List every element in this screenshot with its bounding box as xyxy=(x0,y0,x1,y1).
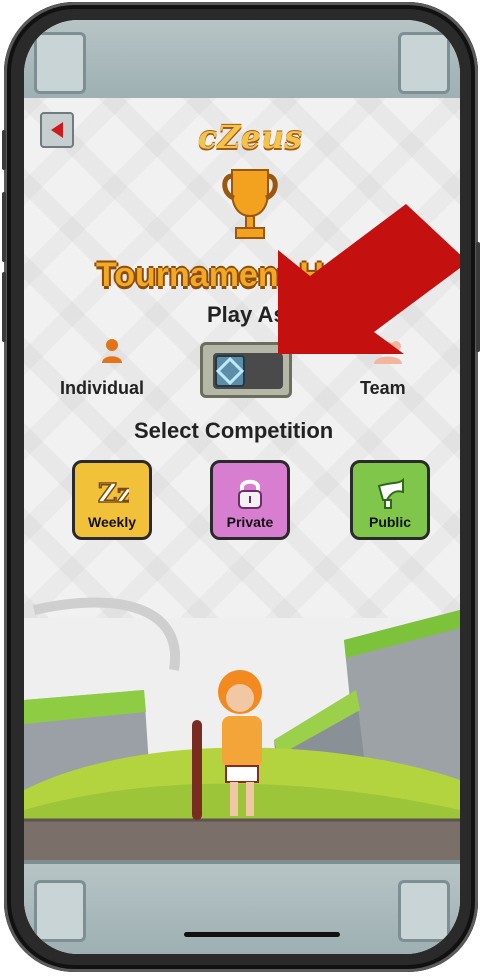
bottom-stone-bar xyxy=(24,860,460,954)
play-as-label: Play As xyxy=(207,302,286,327)
side-button xyxy=(476,242,480,352)
side-button xyxy=(2,272,6,342)
phone-frame: cZeus Tournament Hub Play As Individual xyxy=(2,2,480,972)
horn-icon xyxy=(377,477,404,509)
trophy-icon xyxy=(220,164,280,250)
app-logo: cZeus xyxy=(197,118,303,156)
landscape-illustration xyxy=(24,580,460,880)
select-competition-label: Select Competition xyxy=(134,418,334,443)
toggle-knob-icon xyxy=(215,356,245,386)
public-label: Public xyxy=(368,514,411,530)
weekly-tile-button[interactable]: Zz Weekly xyxy=(72,460,152,540)
private-label: Private xyxy=(226,514,274,530)
person-icon xyxy=(100,338,124,364)
red-arrow-icon xyxy=(278,204,460,354)
stone-cap xyxy=(398,32,450,94)
lock-icon xyxy=(238,479,262,509)
zz-icon: Zz xyxy=(97,478,129,510)
back-triangle-icon xyxy=(51,122,63,138)
stone-cap xyxy=(398,880,450,942)
weekly-label: Weekly xyxy=(88,514,136,530)
back-button[interactable] xyxy=(40,112,74,148)
side-button xyxy=(2,192,6,262)
team-label[interactable]: Team xyxy=(360,378,406,399)
stone-cap xyxy=(34,32,86,94)
side-button xyxy=(2,130,6,170)
svg-text:Zz: Zz xyxy=(98,479,129,509)
toggle-knob[interactable] xyxy=(215,355,245,387)
top-stone-bar xyxy=(24,20,460,102)
individual-label[interactable]: Individual xyxy=(60,378,144,399)
public-tile-button[interactable]: Public xyxy=(350,460,430,540)
screen: cZeus Tournament Hub Play As Individual xyxy=(24,20,460,954)
stone-cap xyxy=(34,880,86,942)
private-tile-button[interactable]: Private xyxy=(210,460,290,540)
home-indicator[interactable] xyxy=(184,932,340,937)
